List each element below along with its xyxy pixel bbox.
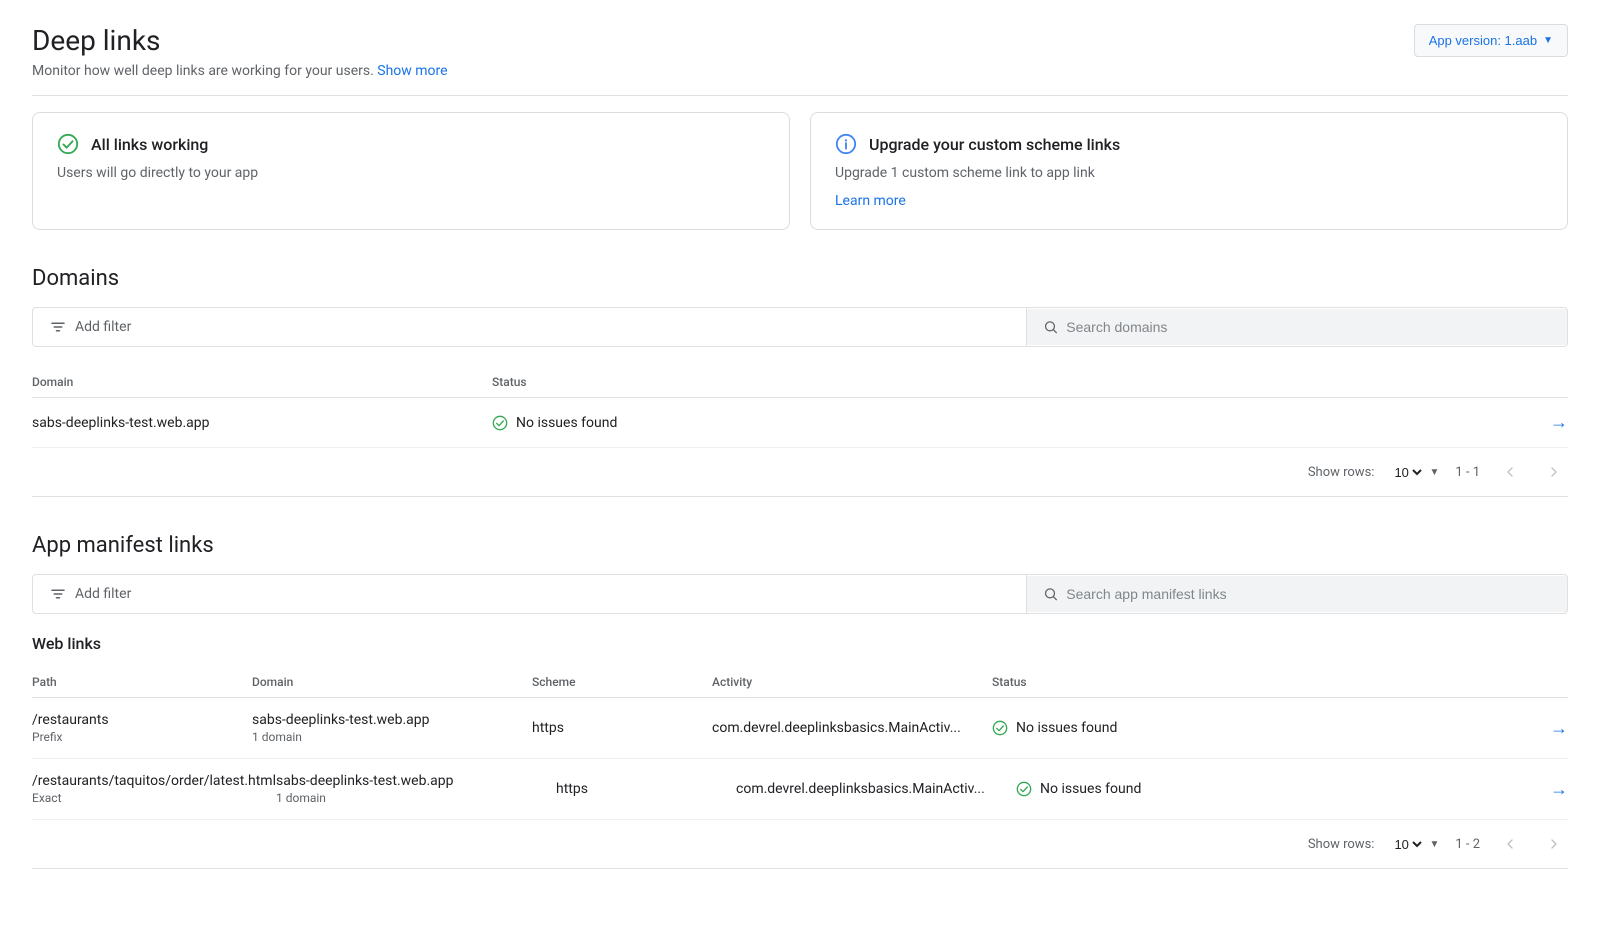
web-links-table: Path Domain Scheme Activity Status /rest… — [32, 665, 1568, 820]
manifest-search-bar — [1027, 576, 1567, 612]
manifest-prev-page-button[interactable] — [1496, 832, 1524, 856]
card-2-body: Upgrade 1 custom scheme link to app link — [835, 165, 1543, 181]
domains-filter-label: Add filter — [75, 319, 131, 335]
chevron-right-icon — [1546, 464, 1562, 480]
upgrade-scheme-card: Upgrade your custom scheme links Upgrade… — [810, 112, 1568, 230]
web-status-cell: No issues found — [992, 720, 1528, 736]
domains-next-page-button[interactable] — [1540, 460, 1568, 484]
domains-table-header: Domain Status — [32, 363, 1568, 398]
domains-rows-per-page[interactable]: 10 25 50 ▼ — [1390, 464, 1439, 481]
search-icon — [1043, 319, 1058, 335]
web-activity-cell: com.devrel.deeplinksbasics.MainActiv... — [736, 781, 1016, 797]
manifest-search-input[interactable] — [1066, 586, 1551, 602]
search-icon — [1043, 586, 1058, 602]
web-domain-cell: sabs-deeplinks-test.web.app 1 domain — [252, 712, 532, 744]
chevron-down-icon: ▼ — [1429, 467, 1439, 478]
domain-status-cell: No issues found — [492, 415, 1528, 431]
learn-more-link[interactable]: Learn more — [835, 193, 906, 209]
page-title: Deep links — [32, 24, 448, 57]
web-links-subtitle: Web links — [32, 634, 1568, 653]
web-col-path: Path — [32, 675, 252, 689]
domain-row-arrow[interactable]: → — [1528, 412, 1568, 433]
web-row-arrow[interactable]: → — [1528, 779, 1568, 800]
filter-icon — [49, 585, 67, 603]
status-ok-icon — [992, 720, 1008, 736]
manifest-next-page-button[interactable] — [1540, 832, 1568, 856]
domains-filter-button[interactable]: Add filter — [33, 308, 1027, 346]
check-circle-icon — [57, 133, 79, 155]
domains-section: Domains Add filter Domain Status sab — [32, 266, 1568, 497]
table-row[interactable]: /restaurants/taquitos/order/latest.html … — [32, 759, 1568, 820]
show-more-link[interactable]: Show more — [377, 63, 447, 79]
domains-page-range: 1 - 1 — [1455, 465, 1480, 480]
info-circle-icon — [835, 133, 857, 155]
web-row-arrow[interactable]: → — [1528, 718, 1568, 739]
page-subtitle: Monitor how well deep links are working … — [32, 63, 448, 79]
web-links-table-header: Path Domain Scheme Activity Status — [32, 665, 1568, 698]
all-links-working-card: All links working Users will go directly… — [32, 112, 790, 230]
header-divider — [32, 95, 1568, 96]
web-status-cell: No issues found — [1016, 781, 1528, 797]
app-version-button[interactable]: App version: 1.aab ▼ — [1414, 24, 1568, 57]
domain-name-cell: sabs-deeplinks-test.web.app — [32, 415, 492, 431]
manifest-filter-search-bar: Add filter — [32, 574, 1568, 614]
domains-search-input[interactable] — [1066, 319, 1551, 335]
manifest-filter-label: Add filter — [75, 586, 131, 602]
status-ok-icon — [492, 415, 508, 431]
table-row[interactable]: /restaurants Prefix sabs-deeplinks-test.… — [32, 698, 1568, 759]
cards-row: All links working Users will go directly… — [32, 112, 1568, 230]
status-ok-icon — [1016, 781, 1032, 797]
manifest-page-range: 1 - 2 — [1455, 837, 1480, 852]
manifest-rows-label: Show rows: — [1308, 837, 1375, 852]
manifest-filter-button[interactable]: Add filter — [33, 575, 1027, 613]
domains-col-domain: Domain — [32, 375, 492, 389]
table-row[interactable]: sabs-deeplinks-test.web.app No issues fo… — [32, 398, 1568, 448]
web-path-cell: /restaurants/taquitos/order/latest.html … — [32, 773, 276, 805]
app-manifest-section-title: App manifest links — [32, 533, 1568, 558]
card-2-title: Upgrade your custom scheme links — [869, 135, 1120, 154]
web-domain-cell: sabs-deeplinks-test.web.app 1 domain — [276, 773, 556, 805]
web-scheme-cell: https — [556, 781, 736, 797]
chevron-down-icon: ▼ — [1429, 839, 1439, 850]
domains-search-bar — [1027, 309, 1567, 345]
web-col-scheme: Scheme — [532, 675, 712, 689]
web-col-domain: Domain — [252, 675, 532, 689]
chevron-left-icon — [1502, 464, 1518, 480]
domains-pagination: Show rows: 10 25 50 ▼ 1 - 1 — [32, 448, 1568, 497]
web-scheme-cell: https — [532, 720, 712, 736]
manifest-pagination: Show rows: 10 25 50 ▼ 1 - 2 — [32, 820, 1568, 869]
card-1-title: All links working — [91, 135, 208, 154]
app-manifest-section: App manifest links Add filter Web links … — [32, 533, 1568, 869]
chevron-right-icon — [1546, 836, 1562, 852]
chevron-left-icon — [1502, 836, 1518, 852]
web-activity-cell: com.devrel.deeplinksbasics.MainActiv... — [712, 720, 992, 736]
domains-filter-search-bar: Add filter — [32, 307, 1568, 347]
domains-table: Domain Status sabs-deeplinks-test.web.ap… — [32, 363, 1568, 448]
card-1-body: Users will go directly to your app — [57, 165, 765, 181]
web-path-cell: /restaurants Prefix — [32, 712, 252, 744]
domains-prev-page-button[interactable] — [1496, 460, 1524, 484]
manifest-rows-per-page[interactable]: 10 25 50 ▼ — [1390, 836, 1439, 853]
domains-rows-label: Show rows: — [1308, 465, 1375, 480]
chevron-down-icon: ▼ — [1543, 35, 1553, 46]
web-col-status: Status — [992, 675, 1528, 689]
domains-col-status: Status — [492, 375, 1528, 389]
domains-section-title: Domains — [32, 266, 1568, 291]
filter-icon — [49, 318, 67, 336]
domains-rows-select[interactable]: 10 25 50 — [1390, 464, 1425, 481]
web-col-activity: Activity — [712, 675, 992, 689]
manifest-rows-select[interactable]: 10 25 50 — [1390, 836, 1425, 853]
